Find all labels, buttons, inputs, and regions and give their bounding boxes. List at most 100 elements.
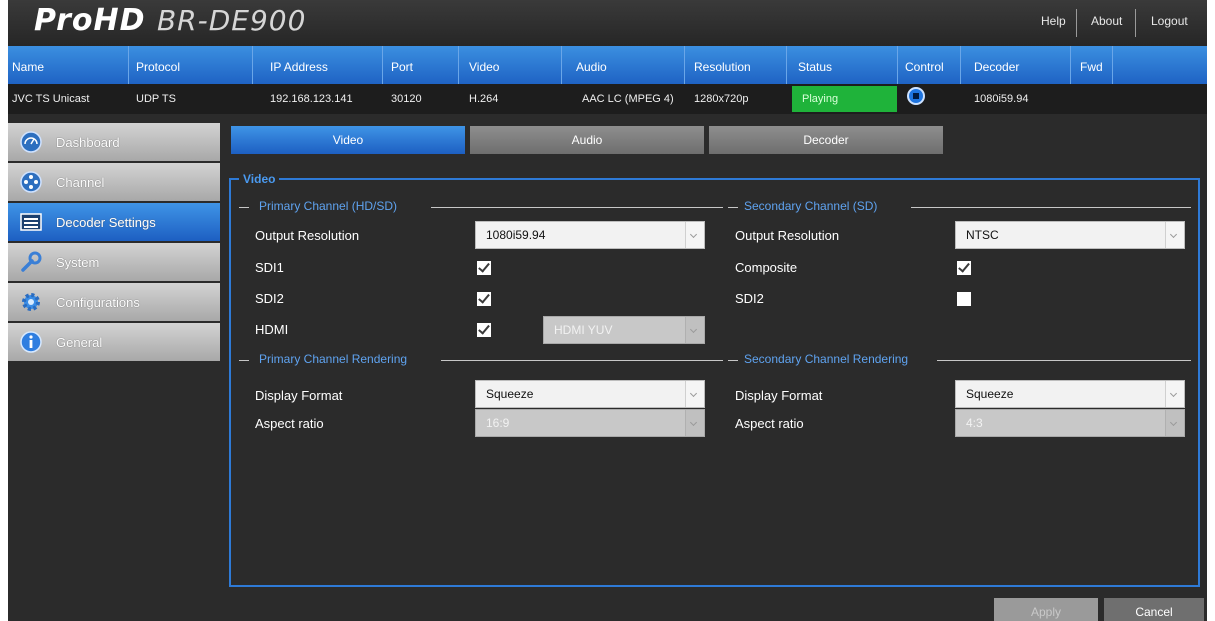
chevron-down-icon — [685, 222, 704, 248]
stop-icon — [913, 93, 919, 99]
sidebar-item-general[interactable]: General — [8, 323, 220, 361]
stream-name: JVC TS Unicast — [12, 93, 90, 105]
aspect-ratio-select[interactable]: 16:9 — [475, 409, 705, 437]
cancel-button[interactable]: Cancel — [1104, 598, 1204, 621]
col-audio[interactable]: Audio — [576, 60, 607, 74]
tab-video[interactable]: Video — [231, 126, 465, 154]
tab-decoder[interactable]: Decoder — [709, 126, 943, 154]
secondary-output-resolution-select[interactable]: NTSC — [955, 221, 1185, 249]
sdi1-label: SDI1 — [255, 260, 284, 275]
col-control[interactable]: Control — [905, 60, 944, 74]
stream-ip: 192.168.123.141 — [270, 93, 353, 105]
col-status[interactable]: Status — [798, 60, 832, 74]
dashboard-icon — [20, 131, 42, 153]
col-protocol[interactable]: Protocol — [136, 60, 180, 74]
sidebar-item-label: Configurations — [56, 295, 140, 310]
col-decoder[interactable]: Decoder — [974, 60, 1019, 74]
apply-label: Apply — [1030, 605, 1062, 619]
divider — [960, 46, 961, 84]
tab-label: Video — [332, 133, 364, 147]
select-value: Squeeze — [486, 387, 534, 401]
select-value: NTSC — [966, 228, 999, 242]
secondary-sdi2-checkbox[interactable] — [957, 292, 971, 306]
display-format-select[interactable]: Squeeze — [475, 380, 705, 408]
sdi2-checkbox[interactable] — [477, 292, 491, 306]
output-resolution-select[interactable]: 1080i59.94 — [475, 221, 705, 249]
display-format-label: Display Format — [255, 388, 343, 403]
stop-button[interactable] — [907, 87, 925, 105]
select-value: HDMI YUV — [554, 323, 613, 337]
sidebar-item-label: Channel — [56, 175, 105, 190]
divider — [786, 46, 787, 84]
col-fwd[interactable]: Fwd — [1080, 60, 1103, 74]
sdi1-checkbox[interactable] — [477, 261, 491, 275]
composite-checkbox[interactable] — [957, 261, 971, 275]
chevron-down-icon — [685, 317, 704, 343]
app-window: ProHD BR-DE900 Help About Logout Name Pr… — [8, 0, 1207, 621]
stream-video: H.264 — [469, 93, 499, 105]
logout-link[interactable]: Logout — [1151, 14, 1188, 28]
divider — [728, 207, 738, 208]
divider — [911, 207, 1191, 208]
divider — [382, 46, 383, 84]
divider — [728, 360, 738, 361]
help-link[interactable]: Help — [1041, 14, 1066, 28]
apply-button[interactable]: Apply — [994, 598, 1098, 621]
wrench-icon — [21, 251, 42, 272]
divider — [458, 46, 459, 84]
select-value: 4:3 — [966, 416, 983, 430]
divider — [239, 207, 249, 208]
divider — [1112, 46, 1113, 84]
col-ip-address[interactable]: IP Address — [270, 60, 328, 74]
divider — [684, 46, 685, 84]
aspect-ratio-label: Aspect ratio — [255, 416, 324, 431]
secondary-aspect-ratio-select[interactable]: 4:3 — [955, 409, 1185, 437]
info-icon — [20, 331, 42, 353]
channel-icon — [20, 171, 42, 193]
col-video[interactable]: Video — [469, 60, 499, 74]
model-name: BR-DE900 — [156, 4, 307, 37]
stream-decoder: 1080i59.94 — [974, 93, 1029, 105]
stream-port: 30120 — [391, 93, 422, 105]
divider — [239, 360, 249, 361]
secondary-sdi2-label: SDI2 — [735, 291, 764, 306]
composite-label: Composite — [735, 260, 798, 275]
hdmi-label: HDMI — [255, 322, 289, 337]
select-value: 16:9 — [486, 416, 510, 430]
select-value: 1080i59.94 — [486, 228, 546, 242]
sidebar-item-channel[interactable]: Channel — [8, 163, 220, 201]
divider — [1070, 46, 1071, 84]
sidebar: Dashboard Channel Decoder Settings Syste… — [8, 123, 220, 363]
sidebar-item-dashboard[interactable]: Dashboard — [8, 123, 220, 161]
secondary-display-format-select[interactable]: Squeeze — [955, 380, 1185, 408]
secondary-channel-title: Secondary Channel (SD) — [740, 199, 882, 213]
divider — [1135, 9, 1136, 37]
stream-table-header: Name Protocol IP Address Port Video Audi… — [8, 46, 1207, 84]
chevron-down-icon — [1165, 381, 1184, 407]
product-logo: ProHD BR-DE900 — [34, 3, 306, 38]
stream-audio: AAC LC (MPEG 4) — [582, 93, 674, 105]
chevron-down-icon — [685, 410, 704, 436]
col-port[interactable]: Port — [391, 60, 413, 74]
secondary-display-format-label: Display Format — [735, 388, 823, 403]
tab-audio[interactable]: Audio — [470, 126, 704, 154]
hdmi-checkbox[interactable] — [477, 323, 491, 337]
chevron-down-icon — [1165, 410, 1184, 436]
secondary-rendering-title: Secondary Channel Rendering — [740, 352, 913, 366]
sidebar-item-system[interactable]: System — [8, 243, 220, 281]
divider — [441, 360, 723, 361]
tab-label: Audio — [571, 133, 603, 147]
sidebar-item-label: Decoder Settings — [56, 215, 156, 230]
col-resolution[interactable]: Resolution — [694, 60, 751, 74]
hdmi-mode-select[interactable]: HDMI YUV — [543, 316, 705, 344]
sidebar-item-decoder-settings[interactable]: Decoder Settings — [8, 203, 220, 241]
gear-icon — [22, 293, 40, 311]
col-name[interactable]: Name — [12, 60, 44, 74]
secondary-aspect-ratio-label: Aspect ratio — [735, 416, 804, 431]
tab-label: Decoder — [803, 133, 849, 147]
sidebar-item-configurations[interactable]: Configurations — [8, 283, 220, 321]
cancel-label: Cancel — [1135, 605, 1173, 619]
table-row[interactable]: JVC TS Unicast UDP TS 192.168.123.141 30… — [8, 84, 1207, 114]
about-link[interactable]: About — [1091, 14, 1122, 28]
status-text: Playing — [802, 93, 839, 105]
